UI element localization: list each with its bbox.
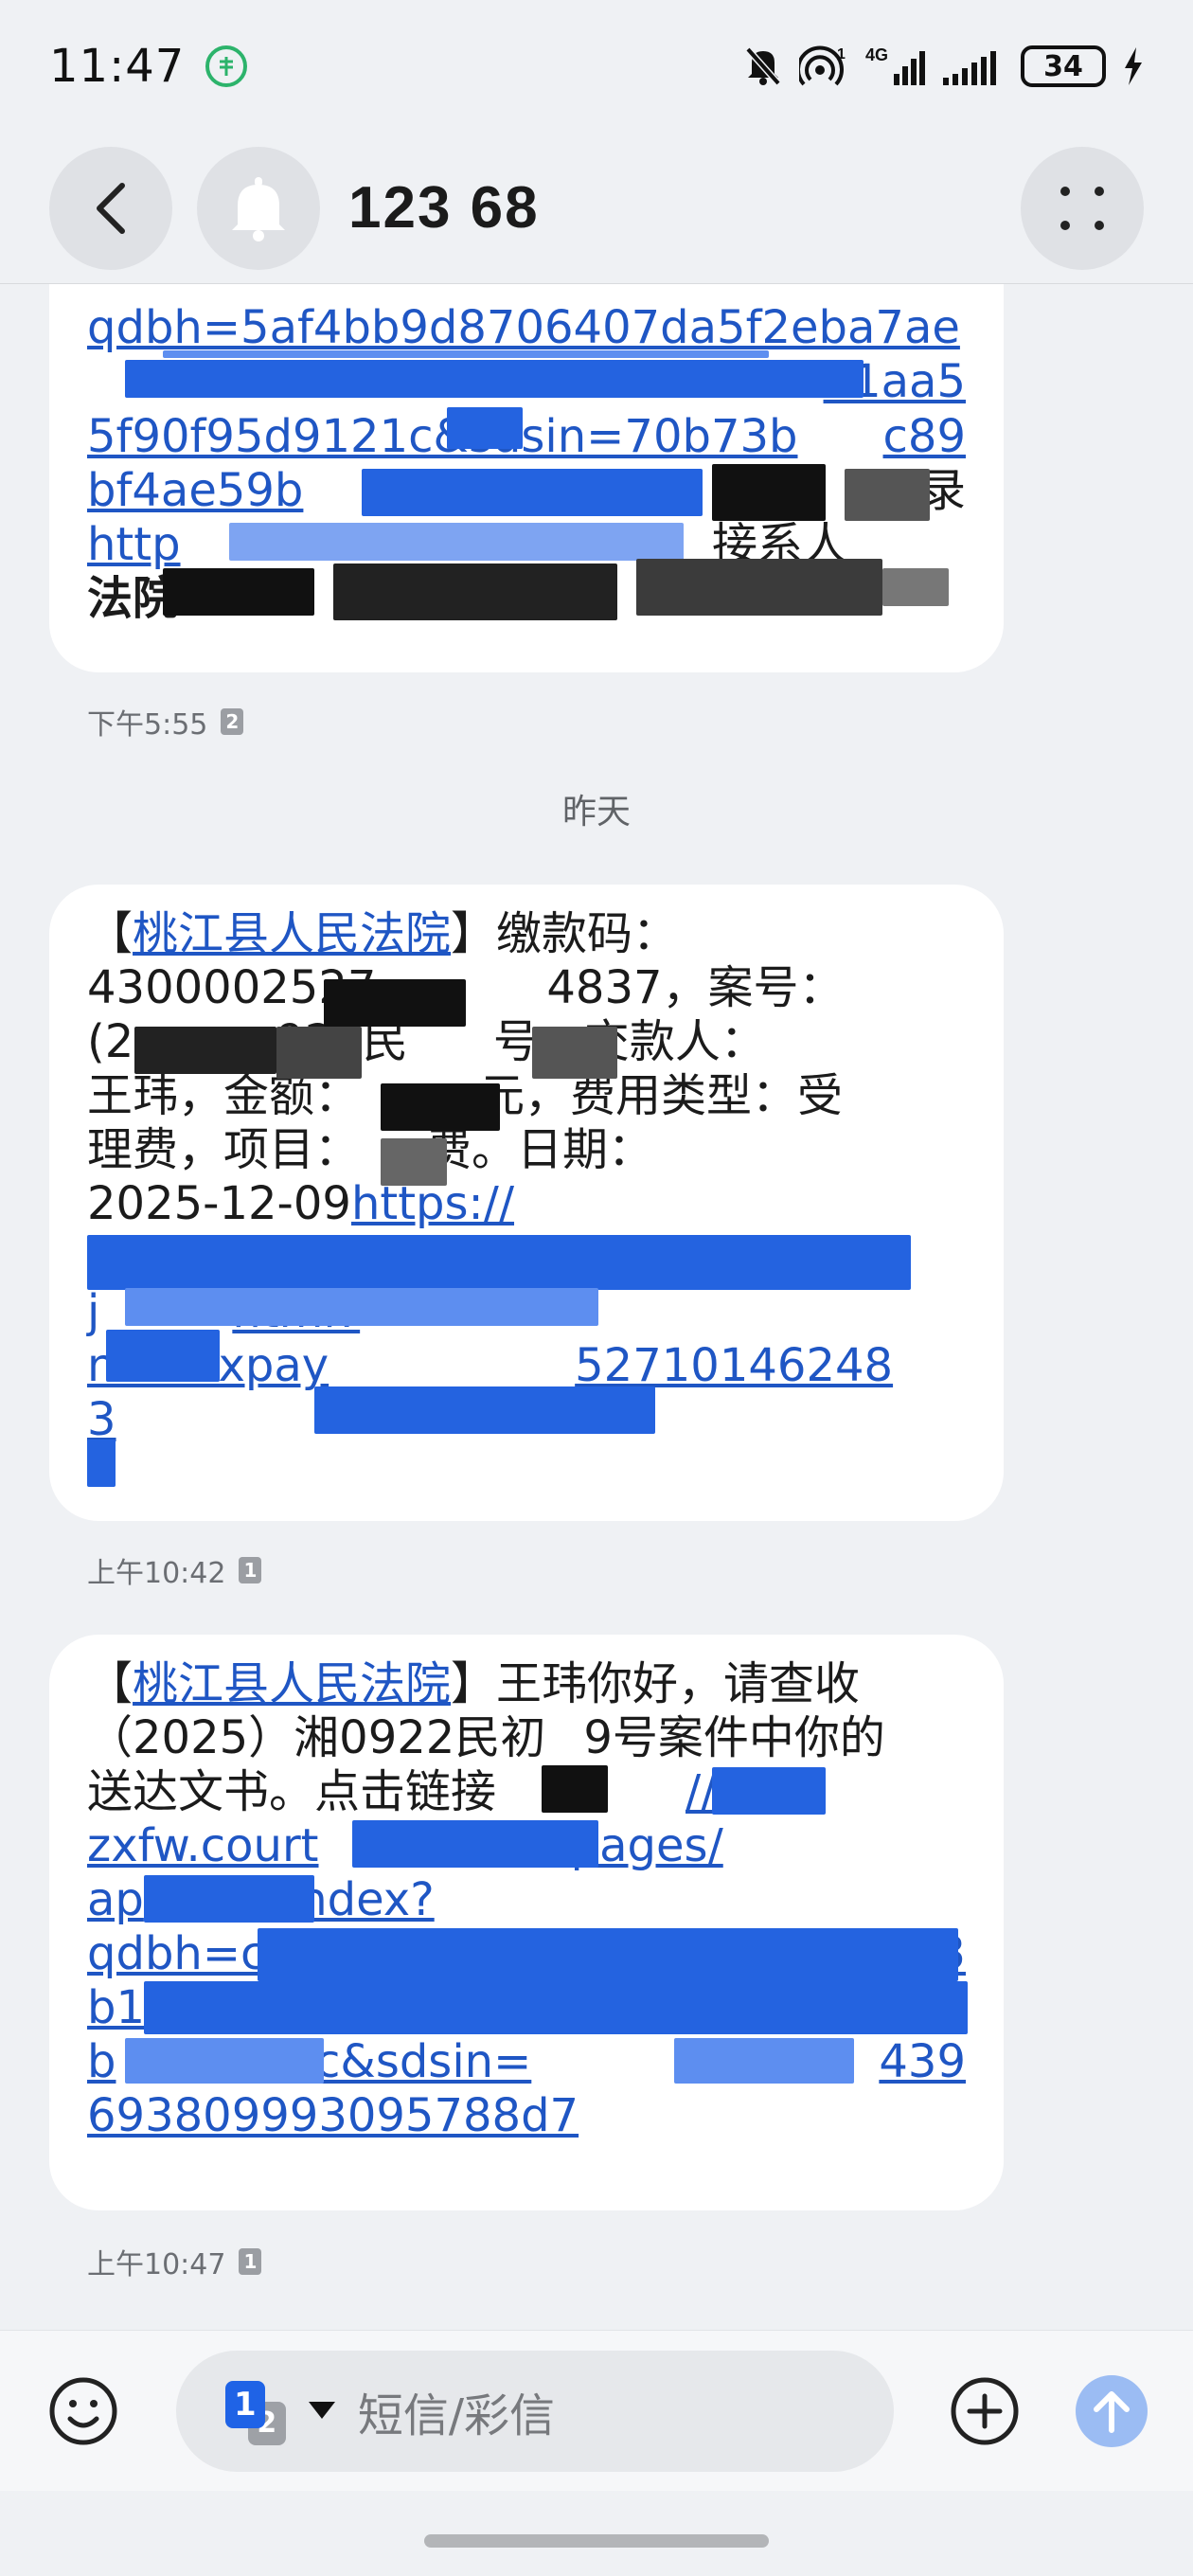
- message-line: 2025-12-09https://: [87, 1177, 966, 1231]
- send-button[interactable]: [1076, 2374, 1148, 2447]
- message-line: 王玮，金额： 元，费用类型：受: [87, 1069, 966, 1123]
- signal-icon: [943, 45, 1004, 87]
- message-line: 4300002527 4837，案号：: [87, 961, 966, 1015]
- sim-1-badge: 1: [224, 2380, 265, 2428]
- conversation-header: 123 68: [0, 133, 1193, 284]
- more-options-button[interactable]: [1021, 146, 1144, 270]
- message-link[interactable]: qdbh=5af4bb9d8706407da5f2eba7ae: [87, 301, 960, 354]
- back-button[interactable]: [49, 146, 172, 270]
- sim-badge: 1: [239, 2248, 262, 2275]
- message-line: 送达文书。点击链接 //: [87, 1765, 966, 1819]
- message-bubble[interactable]: qdbh=5af4bb9d8706407da5f2eba7ae 51aa5 5f…: [49, 284, 1004, 672]
- mute-icon: [744, 45, 782, 87]
- message-link[interactable]: bf4ae59b: [87, 464, 303, 517]
- sim-badge: 1: [239, 1557, 262, 1583]
- message-link[interactable]: 693809993095788d7: [87, 2089, 579, 2142]
- message-text: 4837，案号：: [546, 961, 845, 1014]
- compose-bar: 2 1 短信/彩信: [0, 2330, 1193, 2491]
- message-timestamp: 下午5:55 2: [87, 701, 244, 742]
- message-link[interactable]: j: [87, 1285, 99, 1339]
- sim-selector[interactable]: 2 1: [224, 2373, 335, 2449]
- message-link[interactable]: 5f90f95d9121c&sdsin=70b73b: [87, 410, 798, 463]
- message-link[interactable]: b: [87, 2035, 116, 2089]
- sender-name-link[interactable]: 桃江县人民法院: [133, 1657, 451, 1710]
- message-line: 理费，项目： 费。日期：: [87, 1123, 966, 1177]
- message-line: （2025）湘0922民初 9号案件中你的: [87, 1711, 966, 1765]
- message-line: c89: [883, 410, 966, 464]
- contact-avatar[interactable]: [197, 146, 320, 270]
- message-link[interactable]: 52710146248: [575, 1339, 893, 1393]
- svg-text:1: 1: [837, 46, 846, 63]
- message-text: 费。日期：: [426, 1123, 654, 1176]
- send-icon: [1094, 2390, 1131, 2433]
- sender-name-link[interactable]: 桃江县人民法院: [133, 907, 451, 960]
- add-attachment-button[interactable]: [947, 2373, 1023, 2449]
- message-timestamp: 上午10:42 1: [87, 1549, 262, 1591]
- bracket: 】: [451, 1657, 497, 1710]
- message-line: 5f90f95d9121c&sdsin=70b73b: [87, 410, 798, 464]
- charging-icon: [1123, 45, 1144, 87]
- bracket: 】: [451, 907, 497, 960]
- chevron-left-icon: [97, 182, 125, 234]
- status-bar: 11:47 1 4G 34: [0, 0, 1193, 133]
- hotspot-icon: 1: [799, 45, 848, 87]
- message-line: http: [87, 518, 181, 572]
- input-placeholder: 短信/彩信: [357, 2388, 556, 2442]
- message-link[interactable]: 439: [879, 2035, 966, 2089]
- message-text: 9号案件中你的: [583, 1711, 885, 1764]
- home-indicator[interactable]: [424, 2534, 769, 2548]
- message-text: 理费，项目：: [87, 1123, 361, 1176]
- battery-icon: 34: [1021, 45, 1106, 87]
- add-icon: [951, 2377, 1019, 2444]
- message-link[interactable]: zxfw.court: [87, 1819, 319, 1873]
- message-link[interactable]: b1: [87, 1981, 145, 2035]
- caret-down-icon: [308, 2401, 335, 2419]
- signal-4g-icon: 4G: [865, 45, 926, 87]
- bracket: 【: [87, 907, 134, 960]
- date-divider: 昨天: [561, 793, 631, 832]
- message-link[interactable]: ap: [87, 1873, 144, 1927]
- message-bubble[interactable]: 【桃江县人民法院】缴款码： 4300002527 4837，案号： (2 922…: [49, 885, 1004, 1521]
- timestamp-text: 上午10:42: [87, 1557, 226, 1590]
- message-line: 693809993095788d7: [87, 2089, 966, 2143]
- message-line: bf4ae59b: [87, 464, 303, 518]
- sim-badge: 2: [221, 708, 244, 735]
- message-line: qdbh=5af4bb9d8706407da5f2eba7ae: [87, 301, 960, 355]
- message-link[interactable]: http: [87, 518, 181, 571]
- svg-text:4G: 4G: [865, 45, 888, 64]
- message-text: （2025）湘0922民初: [87, 1711, 546, 1764]
- message-text: 王玮你好，请查收: [496, 1657, 861, 1710]
- message-input[interactable]: 2 1 短信/彩信: [175, 2350, 895, 2472]
- emoji-icon: [49, 2377, 117, 2444]
- clock: 11:47: [49, 40, 186, 93]
- message-bubble[interactable]: 【桃江县人民法院】王玮你好，请查收 （2025）湘0922民初 9号案件中你的 …: [49, 1635, 1004, 2210]
- bracket: 【: [87, 1657, 134, 1710]
- bell-icon: [232, 176, 285, 242]
- more-icon: [1060, 186, 1104, 230]
- message-text: 2025-12-09: [87, 1177, 351, 1230]
- emoji-button[interactable]: [45, 2373, 121, 2449]
- message-text: (2: [87, 1015, 134, 1068]
- message-list[interactable]: qdbh=5af4bb9d8706407da5f2eba7ae 51aa5 5f…: [0, 284, 1193, 2330]
- timestamp-text: 下午5:55: [87, 708, 208, 742]
- message-text: 缴款码：: [496, 907, 679, 960]
- message-link[interactable]: c89: [883, 410, 966, 463]
- notification-app-icon: [205, 45, 248, 87]
- contact-name: 123 68: [348, 175, 540, 241]
- message-line: 【桃江县人民法院】缴款码：: [87, 907, 966, 961]
- message-line: 【桃江县人民法院】王玮你好，请查收: [87, 1657, 966, 1711]
- timestamp-text: 上午10:47: [87, 2248, 226, 2281]
- message-text: 送达文书。点击链接: [87, 1765, 497, 1818]
- message-timestamp: 上午10:47 1: [87, 2241, 262, 2282]
- message-link[interactable]: 3: [87, 1393, 116, 1446]
